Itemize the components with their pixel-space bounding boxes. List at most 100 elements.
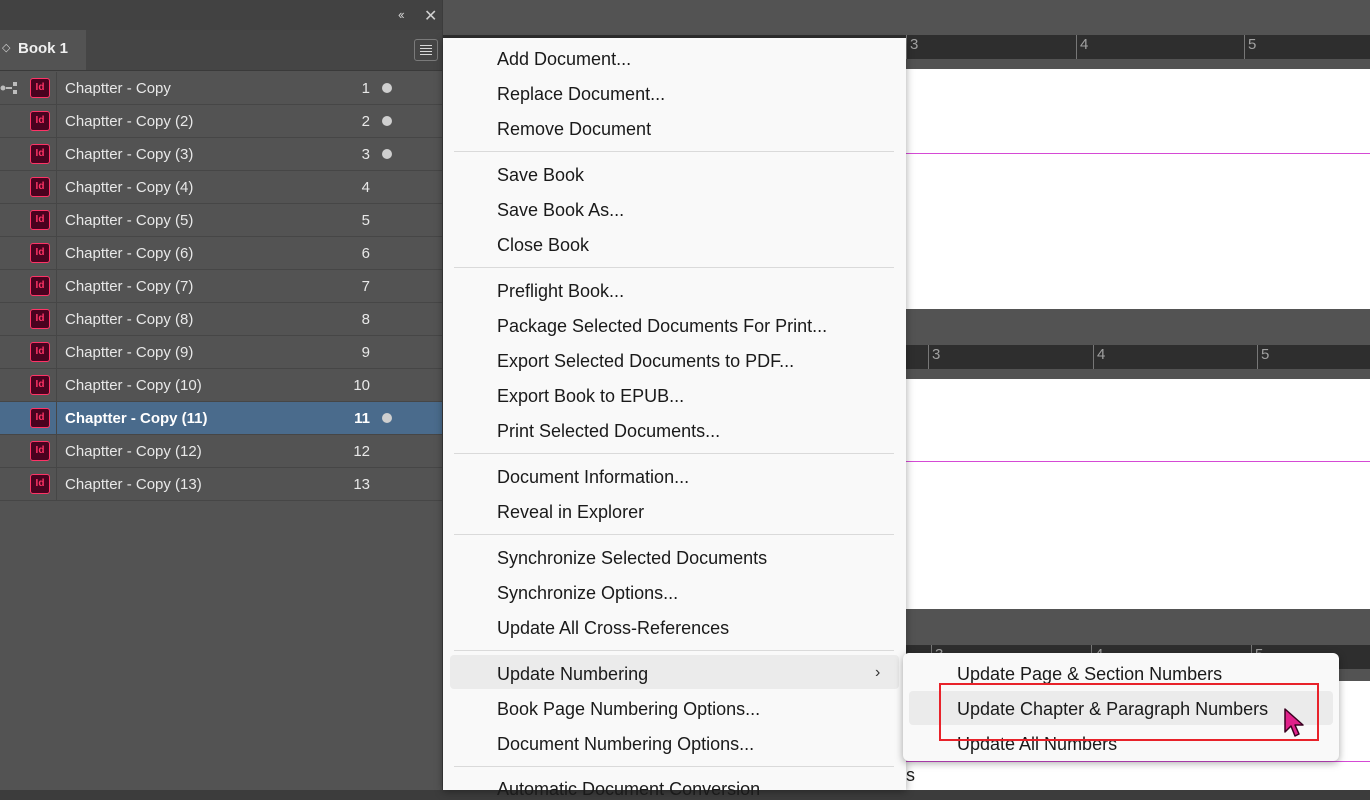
page-text-fragment: s xyxy=(906,765,915,785)
document-page-number: 5 xyxy=(361,212,370,229)
tab-book-1[interactable]: ◇ Book 1 xyxy=(0,30,86,70)
indesign-document-icon: Id xyxy=(30,276,50,296)
ruler-label: 3 xyxy=(910,36,919,53)
book-panel: ‹‹ ✕ ◇ Book 1 Id Chaptter - Copy 1 Id Chaptt… xyxy=(0,0,442,790)
document-row[interactable]: Id Chaptter - Copy (6) 6 xyxy=(0,237,442,270)
indesign-document-icon: Id xyxy=(30,309,50,329)
submenu-item-update-page-section-numbers[interactable]: Update Page & Section Numbers xyxy=(957,664,1222,685)
indesign-document-icon: Id xyxy=(30,210,50,230)
menu-item-document-numbering-options[interactable]: Document Numbering Options... xyxy=(497,734,754,755)
document-name: Chaptter - Copy (12) xyxy=(65,443,202,460)
tab-label: Book 1 xyxy=(18,40,69,57)
menu-item-print-selected-documents[interactable]: Print Selected Documents... xyxy=(497,421,720,442)
document-page-number: 11 xyxy=(354,410,370,427)
document-row[interactable]: Id Chaptter - Copy 1 xyxy=(0,72,442,105)
document-name: Chaptter - Copy (11) xyxy=(65,410,208,427)
document-page-number: 9 xyxy=(361,344,370,361)
panel-menu-button[interactable] xyxy=(414,39,438,61)
menu-item-document-information[interactable]: Document Information... xyxy=(497,467,689,488)
document-row[interactable]: Id Chaptter - Copy (12) 12 xyxy=(0,435,442,468)
menu-item-add-document[interactable]: Add Document... xyxy=(497,49,631,70)
document-name: Chaptter - Copy xyxy=(65,80,171,97)
document-name: Chaptter - Copy (10) xyxy=(65,377,202,394)
open-status-icon xyxy=(382,116,392,126)
indesign-document-icon: Id xyxy=(30,144,50,164)
document-page-number: 13 xyxy=(353,476,370,493)
document-row[interactable]: Id Chaptter - Copy (10) 10 xyxy=(0,369,442,402)
document-page-number: 10 xyxy=(353,377,370,394)
open-status-icon xyxy=(382,413,392,423)
menu-item-reveal-in-explorer[interactable]: Reveal in Explorer xyxy=(497,502,644,523)
document-row[interactable]: Id Chaptter - Copy (3) 3 xyxy=(0,138,442,171)
document-page-number: 2 xyxy=(361,113,370,130)
indesign-document-icon: Id xyxy=(30,342,50,362)
document-name: Chaptter - Copy (8) xyxy=(65,311,194,328)
panel-tab-row: ◇ Book 1 xyxy=(0,30,442,71)
menu-item-export-book-to-epub[interactable]: Export Book to EPUB... xyxy=(497,386,684,407)
indesign-document-icon: Id xyxy=(30,78,50,98)
menu-separator xyxy=(454,534,894,535)
menu-item-book-page-numbering-options[interactable]: Book Page Numbering Options... xyxy=(497,699,760,720)
annotation-highlight-box xyxy=(939,683,1319,741)
document-name: Chaptter - Copy (7) xyxy=(65,278,194,295)
document-name: Chaptter - Copy (5) xyxy=(65,212,194,229)
document-name: Chaptter - Copy (2) xyxy=(65,113,194,130)
menu-item-preflight-book[interactable]: Preflight Book... xyxy=(497,281,624,302)
menu-separator xyxy=(454,151,894,152)
document-page-number: 4 xyxy=(361,179,370,196)
indesign-document-icon: Id xyxy=(30,243,50,263)
open-status-icon xyxy=(382,83,392,93)
menu-separator xyxy=(454,650,894,651)
menu-item-update-all-cross-references[interactable]: Update All Cross-References xyxy=(497,618,729,639)
menu-separator xyxy=(454,766,894,767)
indesign-document-icon: Id xyxy=(30,111,50,131)
document-name: Chaptter - Copy (3) xyxy=(65,146,194,163)
document-row[interactable]: Id Chaptter - Copy (5) 5 xyxy=(0,204,442,237)
document-row[interactable]: Id Chaptter - Copy (2) 2 xyxy=(0,105,442,138)
indesign-document-icon: Id xyxy=(30,408,50,428)
document-name: Chaptter - Copy (4) xyxy=(65,179,194,196)
indesign-document-icon: Id xyxy=(30,474,50,494)
style-source-icon[interactable] xyxy=(0,81,22,95)
menu-item-synchronize-options[interactable]: Synchronize Options... xyxy=(497,583,678,604)
ruler-label: 4 xyxy=(1080,36,1089,53)
ruler-label: 4 xyxy=(1097,346,1106,363)
indesign-document-icon: Id xyxy=(30,375,50,395)
menu-item-update-numbering[interactable]: Update Numbering xyxy=(497,664,648,685)
indesign-document-icon: Id xyxy=(30,441,50,461)
document-row[interactable]: Id Chaptter - Copy (8) 8 xyxy=(0,303,442,336)
document-row[interactable]: Id Chaptter - Copy (9) 9 xyxy=(0,336,442,369)
mouse-cursor-icon xyxy=(1284,708,1304,737)
ruler-label: 3 xyxy=(932,346,941,363)
document-row[interactable]: Id Chaptter - Copy (7) 7 xyxy=(0,270,442,303)
document-name: Chaptter - Copy (6) xyxy=(65,245,194,262)
indesign-document-icon: Id xyxy=(30,177,50,197)
tab-arrows-icon: ◇ xyxy=(2,42,11,54)
menu-item-synchronize-selected-documents[interactable]: Synchronize Selected Documents xyxy=(497,548,767,569)
document-page-number: 3 xyxy=(361,146,370,163)
close-icon[interactable]: ✕ xyxy=(424,6,437,26)
ruler-label: 5 xyxy=(1261,346,1270,363)
panel-title-bar: ‹‹ ✕ xyxy=(0,0,442,30)
menu-item-package-selected-documents-for-print[interactable]: Package Selected Documents For Print... xyxy=(497,316,827,337)
document-row[interactable]: Id Chaptter - Copy (4) 4 xyxy=(0,171,442,204)
document-name: Chaptter - Copy (13) xyxy=(65,476,202,493)
document-page-number: 6 xyxy=(361,245,370,262)
menu-separator xyxy=(454,267,894,268)
menu-item-save-book-as[interactable]: Save Book As... xyxy=(497,200,624,221)
document-page-number: 8 xyxy=(361,311,370,328)
chevron-right-icon: › xyxy=(875,664,881,681)
document-row[interactable]: Id Chaptter - Copy (11) 11 xyxy=(0,402,442,435)
menu-item-close-book[interactable]: Close Book xyxy=(497,235,589,256)
document-page-number: 7 xyxy=(361,278,370,295)
ruler-label: 5 xyxy=(1248,36,1257,53)
menu-item-remove-document[interactable]: Remove Document xyxy=(497,119,651,140)
collapse-icon[interactable]: ‹‹ xyxy=(398,7,405,22)
menu-item-replace-document[interactable]: Replace Document... xyxy=(497,84,665,105)
document-page-number: 1 xyxy=(361,80,370,97)
document-row[interactable]: Id Chaptter - Copy (13) 13 xyxy=(0,468,442,501)
document-page-number: 12 xyxy=(353,443,370,460)
menu-item-export-selected-documents-to-pdf[interactable]: Export Selected Documents to PDF... xyxy=(497,351,794,372)
menu-item-save-book[interactable]: Save Book xyxy=(497,165,584,186)
menu-separator xyxy=(454,453,894,454)
